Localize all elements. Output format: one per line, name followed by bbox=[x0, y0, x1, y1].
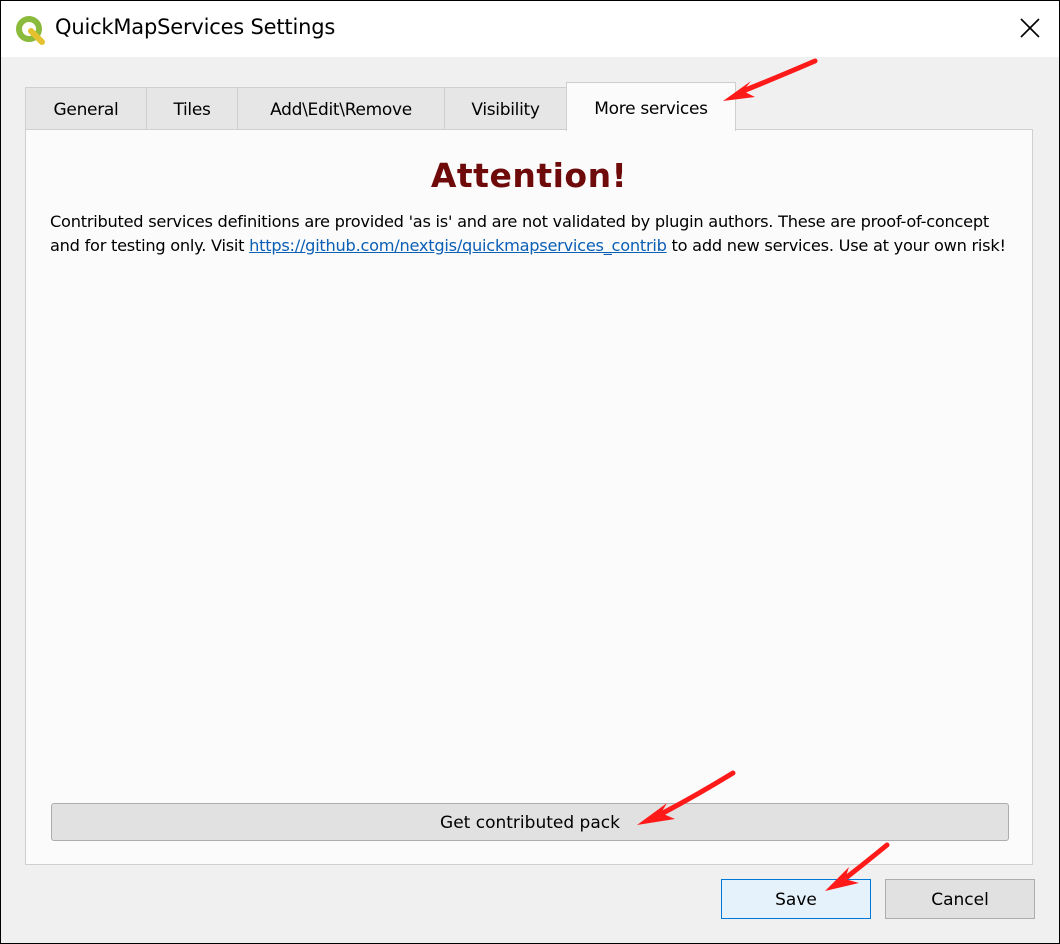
tab-visibility[interactable]: Visibility bbox=[444, 87, 567, 129]
close-icon bbox=[1020, 18, 1040, 38]
tab-general[interactable]: General bbox=[25, 87, 147, 129]
settings-dialog: QuickMapServices Settings General Tiles … bbox=[0, 0, 1060, 944]
disclaimer-text-end: to add new services. Use at your own ris… bbox=[666, 236, 1006, 255]
more-services-panel: Attention! Contributed services definiti… bbox=[25, 129, 1033, 865]
close-button[interactable] bbox=[1001, 1, 1059, 57]
window-title: QuickMapServices Settings bbox=[55, 15, 336, 39]
contrib-repo-link[interactable]: https://github.com/nextgis/quickmapservi… bbox=[249, 236, 667, 255]
disclaimer-text: Contributed services definitions are pro… bbox=[50, 210, 1010, 258]
qgis-icon bbox=[15, 15, 45, 45]
get-contributed-pack-button[interactable]: Get contributed pack bbox=[51, 803, 1009, 841]
attention-heading: Attention! bbox=[430, 156, 628, 195]
cancel-button[interactable]: Cancel bbox=[885, 879, 1035, 919]
tab-more-services[interactable]: More services bbox=[566, 82, 736, 131]
title-bar: QuickMapServices Settings bbox=[1, 1, 1059, 57]
save-button[interactable]: Save bbox=[721, 879, 871, 919]
tab-tiles[interactable]: Tiles bbox=[146, 87, 238, 129]
tab-add-edit-remove[interactable]: Add\Edit\Remove bbox=[237, 87, 445, 129]
